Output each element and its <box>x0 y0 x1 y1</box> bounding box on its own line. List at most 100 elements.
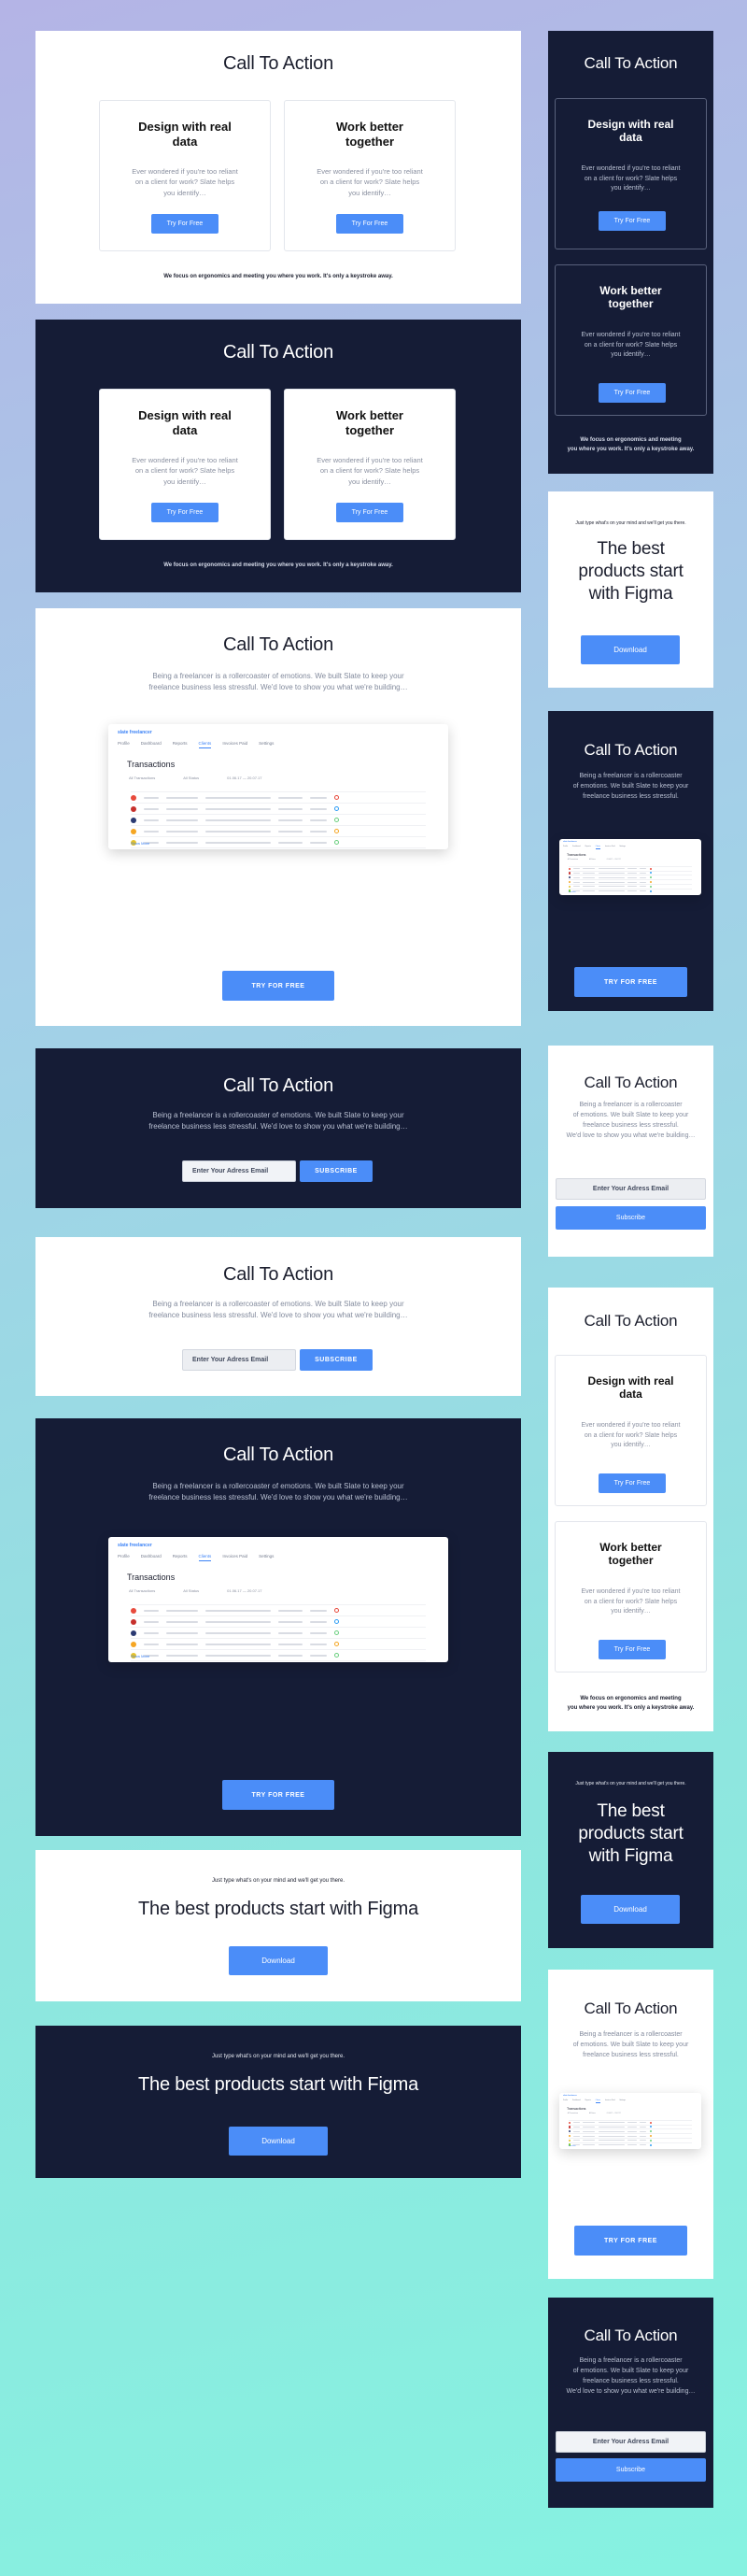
email-input[interactable]: Enter Your Adress Email <box>182 1349 296 1371</box>
status-icon[interactable] <box>649 2135 652 2138</box>
app-nav-item[interactable]: Settings <box>259 741 274 748</box>
download-button[interactable]: Download <box>229 2127 328 2156</box>
status-icon[interactable] <box>649 872 652 875</box>
app-nav-item[interactable]: Invoices Paid <box>605 2099 615 2103</box>
app-filter[interactable]: 01.06.17 — 20.07.17 <box>607 2113 621 2114</box>
app-nav-item[interactable]: Reports <box>173 1554 188 1561</box>
status-icon[interactable] <box>649 890 652 892</box>
try-for-free-button[interactable]: Try For Free <box>599 1640 666 1659</box>
app-filter[interactable]: 01.06.17 — 20.07.17 <box>227 1588 261 1593</box>
download-button[interactable]: Download <box>581 635 680 664</box>
subscribe-button[interactable]: Subscribe <box>556 2458 706 2482</box>
status-icon[interactable] <box>649 2126 652 2128</box>
status-icon[interactable] <box>649 881 652 884</box>
app-screenshot: slate freelancer Profile Dashboard Reports C… <box>108 1537 448 1662</box>
try-for-free-button[interactable]: Try For Free <box>151 214 218 234</box>
table-cell <box>573 876 580 878</box>
app-nav-item[interactable]: Profile <box>118 741 130 748</box>
app-nav-item[interactable]: Invoices Paid <box>222 741 247 748</box>
show-more-link[interactable]: Show More <box>569 2146 576 2147</box>
app-nav-item[interactable]: Dashboard <box>572 2099 581 2103</box>
app-filter[interactable]: 01.06.17 — 20.07.17 <box>607 860 621 861</box>
table-cell <box>278 1654 303 1657</box>
section-title: Call To Action <box>222 1445 333 1465</box>
app-filter[interactable]: All Status <box>589 2113 596 2114</box>
app-nav-item[interactable]: Settings <box>259 1554 274 1561</box>
try-for-free-button[interactable]: Try For Free <box>151 503 218 522</box>
try-for-free-button[interactable]: TRY FOR FREE <box>222 1780 334 1810</box>
table-cell <box>598 2140 625 2142</box>
status-icon[interactable] <box>649 885 652 888</box>
app-filter[interactable]: All Transactions <box>568 2113 578 2114</box>
app-filter[interactable]: All Transactions <box>129 776 155 780</box>
status-icon[interactable] <box>649 2143 652 2146</box>
table-cell <box>640 881 647 883</box>
try-for-free-button[interactable]: Try For Free <box>599 1473 666 1493</box>
app-nav-item[interactable]: Settings <box>619 2099 626 2103</box>
status-icon[interactable] <box>334 1653 339 1658</box>
try-for-free-button[interactable]: TRY FOR FREE <box>574 967 687 997</box>
app-filter[interactable]: All Status <box>183 1588 199 1593</box>
status-icon[interactable] <box>649 2139 652 2142</box>
download-button[interactable]: Download <box>581 1895 680 1924</box>
try-for-free-button[interactable]: Try For Free <box>599 211 666 231</box>
status-icon[interactable] <box>334 806 339 811</box>
app-brand: slate freelancer <box>563 841 577 844</box>
status-icon[interactable] <box>334 840 339 845</box>
status-icon[interactable] <box>334 1608 339 1613</box>
app-nav-item[interactable]: Profile <box>563 846 568 849</box>
status-icon[interactable] <box>649 867 652 870</box>
try-for-free-button[interactable]: Try For Free <box>336 503 403 522</box>
app-filters: All Transactions All Status 01.06.17 — 20.… <box>129 776 262 780</box>
try-for-free-button[interactable]: TRY FOR FREE <box>574 2226 687 2256</box>
app-filter[interactable]: All Status <box>589 860 596 861</box>
status-icon[interactable] <box>334 1619 339 1624</box>
download-button[interactable]: Download <box>229 1946 328 1975</box>
app-nav-item[interactable]: Reports <box>173 741 188 748</box>
status-icon[interactable] <box>334 818 339 822</box>
status-icon[interactable] <box>649 2121 652 2124</box>
app-nav-item[interactable]: Reports <box>585 2099 590 2103</box>
subscribe-button[interactable]: SUBSCRIBE <box>300 1349 373 1371</box>
app-nav-item[interactable]: Dashboard <box>141 1554 162 1561</box>
show-more-link[interactable]: Show More <box>131 841 149 846</box>
app-filter[interactable]: All Transactions <box>568 860 578 861</box>
app-nav-item[interactable]: Clients <box>198 1554 212 1561</box>
app-nav-item[interactable]: Invoices Paid <box>605 846 615 849</box>
app-nav-item[interactable]: Invoices Paid <box>222 1554 247 1561</box>
app-nav-item[interactable]: Clients <box>595 846 601 849</box>
show-more-link[interactable]: Show More <box>569 892 576 893</box>
section-description: Being a freelancer is a rollercoaster of… <box>148 1300 408 1320</box>
subscribe-button[interactable]: Subscribe <box>556 1206 706 1230</box>
status-icon[interactable] <box>334 829 339 833</box>
app-nav-item[interactable]: Settings <box>619 846 626 849</box>
status-icon[interactable] <box>649 2130 652 2133</box>
table-cell <box>310 1643 327 1645</box>
status-icon[interactable] <box>334 795 339 800</box>
app-nav-item[interactable]: Reports <box>585 846 590 849</box>
app-filter[interactable]: All Transactions <box>129 1588 155 1593</box>
show-more-link[interactable]: Show More <box>131 1654 149 1658</box>
app-filter[interactable]: All Status <box>183 776 199 780</box>
table-cell <box>627 2135 638 2137</box>
try-for-free-button[interactable]: Try For Free <box>599 383 666 403</box>
email-input[interactable]: Enter Your Adress Email <box>556 2431 706 2453</box>
app-nav-item[interactable]: Dashboard <box>141 741 162 748</box>
try-for-free-button[interactable]: Try For Free <box>336 214 403 234</box>
app-nav-item[interactable]: Dashboard <box>572 846 581 849</box>
try-for-free-button[interactable]: TRY FOR FREE <box>222 971 334 1001</box>
app-brand: slate freelancer <box>118 730 152 735</box>
email-input[interactable]: Enter Your Adress Email <box>182 1160 296 1182</box>
app-filter[interactable]: 01.06.17 — 20.07.17 <box>227 776 261 780</box>
status-icon[interactable] <box>649 876 652 879</box>
app-nav-item[interactable]: Profile <box>118 1554 130 1561</box>
status-icon[interactable] <box>334 1642 339 1646</box>
status-icon[interactable] <box>334 1630 339 1635</box>
app-nav-item[interactable]: Clients <box>198 741 212 748</box>
email-input[interactable]: Enter Your Adress Email <box>556 1178 706 1200</box>
app-nav-item[interactable]: Profile <box>563 2099 568 2103</box>
subscribe-button[interactable]: SUBSCRIBE <box>300 1160 373 1182</box>
table-cell <box>598 886 625 888</box>
table-cell <box>205 1631 271 1634</box>
app-nav-item[interactable]: Clients <box>595 2099 601 2103</box>
